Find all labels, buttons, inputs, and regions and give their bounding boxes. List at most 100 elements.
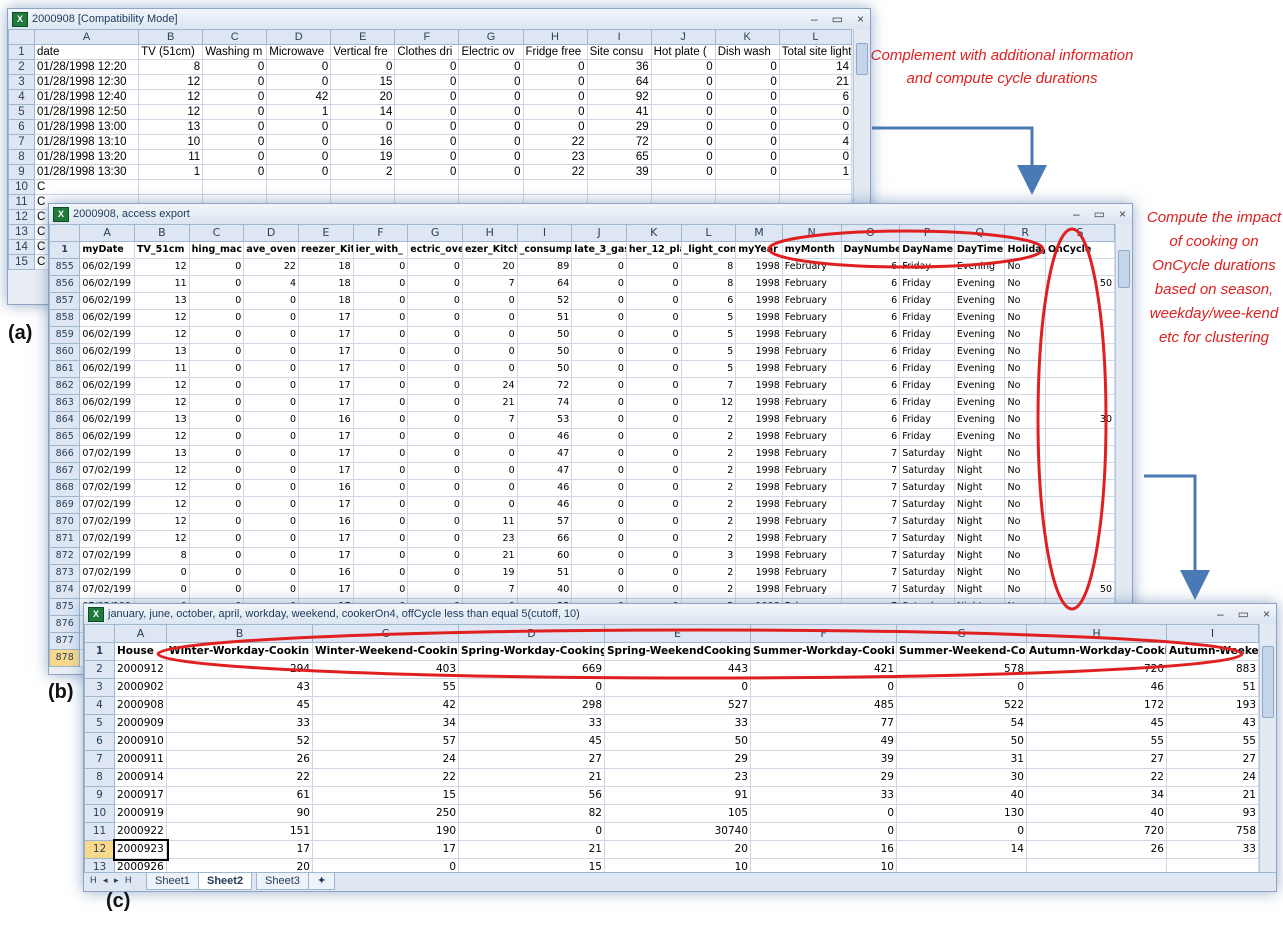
data-cell[interactable]: Friday bbox=[899, 343, 955, 361]
data-cell[interactable]: 1998 bbox=[735, 530, 783, 548]
row-number[interactable]: 12 bbox=[8, 209, 36, 225]
data-cell[interactable]: Saturday bbox=[899, 530, 955, 548]
data-cell[interactable]: 30 bbox=[1044, 411, 1116, 429]
data-cell[interactable]: Night bbox=[953, 496, 1006, 514]
column-letter-I[interactable]: I bbox=[516, 224, 573, 242]
row-number[interactable]: 5 bbox=[84, 714, 115, 733]
data-cell[interactable]: 12 bbox=[134, 496, 190, 514]
column-letter-I[interactable]: I bbox=[586, 29, 652, 45]
data-cell[interactable]: 0 bbox=[461, 343, 518, 361]
data-cell[interactable]: 0 bbox=[243, 428, 299, 446]
data-cell[interactable]: 0 bbox=[407, 564, 463, 582]
data-cell[interactable]: 14 bbox=[778, 59, 853, 75]
data-cell[interactable]: 0 bbox=[458, 59, 524, 75]
data-cell[interactable]: February bbox=[781, 275, 842, 293]
data-cell[interactable] bbox=[1044, 547, 1116, 565]
data-cell[interactable]: 1998 bbox=[735, 513, 783, 531]
data-cell[interactable]: 0 bbox=[461, 462, 518, 480]
data-cell[interactable]: 29 bbox=[750, 768, 897, 787]
column-letter-K[interactable]: K bbox=[714, 29, 780, 45]
data-cell[interactable]: 7 bbox=[680, 377, 737, 395]
data-cell[interactable]: 22 bbox=[522, 164, 588, 180]
data-cell[interactable]: 66 bbox=[516, 530, 573, 548]
data-cell[interactable]: 42 bbox=[312, 696, 459, 715]
data-cell[interactable]: 0 bbox=[352, 496, 409, 514]
data-cell[interactable]: 0 bbox=[188, 547, 245, 565]
data-cell[interactable]: 01/28/1998 13:20 bbox=[34, 149, 140, 165]
data-cell[interactable]: 0 bbox=[330, 119, 396, 135]
row-number[interactable]: 878 bbox=[49, 649, 81, 667]
data-cell[interactable]: 19 bbox=[330, 149, 396, 165]
data-cell[interactable]: 1998 bbox=[735, 445, 783, 463]
data-cell[interactable]: 16 bbox=[750, 840, 897, 859]
data-cell[interactable]: 29 bbox=[604, 750, 751, 769]
data-cell[interactable]: Evening bbox=[953, 411, 1006, 429]
data-cell[interactable]: Electric ov bbox=[458, 44, 524, 60]
data-cell[interactable]: 720 bbox=[1026, 822, 1167, 841]
data-cell[interactable]: 1998 bbox=[735, 343, 783, 361]
data-cell[interactable]: 0 bbox=[352, 309, 409, 327]
data-cell[interactable]: 0 bbox=[625, 411, 682, 429]
data-cell[interactable]: 14 bbox=[896, 840, 1027, 859]
column-letter-A[interactable]: A bbox=[34, 29, 140, 45]
data-cell[interactable]: No bbox=[1004, 343, 1046, 361]
field-header-cell[interactable]: hing_mac bbox=[188, 241, 245, 259]
data-cell[interactable]: February bbox=[781, 411, 842, 429]
data-cell[interactable]: No bbox=[1004, 258, 1046, 276]
data-cell[interactable] bbox=[1044, 462, 1116, 480]
data-cell[interactable]: Evening bbox=[953, 343, 1006, 361]
data-cell[interactable]: 20 bbox=[330, 89, 396, 105]
data-cell[interactable]: 2 bbox=[680, 428, 737, 446]
data-cell[interactable]: 47 bbox=[516, 462, 573, 480]
data-cell[interactable]: 0 bbox=[522, 119, 588, 135]
data-cell[interactable]: Friday bbox=[899, 411, 955, 429]
data-cell[interactable]: No bbox=[1004, 428, 1046, 446]
data-cell[interactable]: 45 bbox=[458, 732, 605, 751]
row-number[interactable]: 7 bbox=[84, 750, 115, 769]
column-letter-E[interactable]: E bbox=[604, 624, 751, 643]
data-cell[interactable]: 0 bbox=[522, 104, 588, 120]
data-cell[interactable]: Night bbox=[953, 564, 1006, 582]
data-cell[interactable]: Night bbox=[953, 530, 1006, 548]
data-cell[interactable]: 18 bbox=[297, 292, 354, 310]
data-cell[interactable]: 06/02/199 bbox=[79, 326, 136, 344]
data-cell[interactable]: 0 bbox=[243, 530, 299, 548]
data-cell[interactable]: 0 bbox=[394, 134, 460, 150]
data-cell[interactable]: 0 bbox=[243, 479, 299, 497]
data-cell[interactable]: 2 bbox=[680, 411, 737, 429]
data-cell[interactable]: Friday bbox=[899, 258, 955, 276]
row-number[interactable]: 864 bbox=[49, 411, 81, 429]
column-letter-F[interactable]: F bbox=[750, 624, 897, 643]
data-cell[interactable]: 7 bbox=[840, 564, 901, 582]
data-cell[interactable]: 12 bbox=[134, 258, 190, 276]
data-cell[interactable]: Night bbox=[953, 547, 1006, 565]
data-cell[interactable]: 0 bbox=[266, 59, 332, 75]
field-header-cell[interactable]: DayNumber bbox=[840, 241, 901, 259]
data-cell[interactable]: 1998 bbox=[735, 326, 783, 344]
data-cell[interactable]: Friday bbox=[899, 326, 955, 344]
data-cell[interactable]: 4 bbox=[778, 134, 853, 150]
data-cell[interactable]: 0 bbox=[571, 326, 627, 344]
sheet-nav-buttons[interactable]: H ◂ ▸ H bbox=[90, 875, 134, 886]
data-cell[interactable]: 0 bbox=[571, 581, 627, 599]
data-cell[interactable]: No bbox=[1004, 309, 1046, 327]
data-cell[interactable]: 54 bbox=[896, 714, 1027, 733]
data-cell[interactable]: 13 bbox=[134, 343, 190, 361]
data-cell[interactable]: February bbox=[781, 530, 842, 548]
data-cell[interactable]: 0 bbox=[571, 564, 627, 582]
data-cell[interactable]: 50 bbox=[516, 360, 573, 378]
data-cell[interactable]: 2000917 bbox=[114, 786, 167, 805]
data-cell[interactable]: 30 bbox=[896, 768, 1027, 787]
data-cell[interactable]: 2 bbox=[680, 479, 737, 497]
data-cell[interactable]: 0 bbox=[571, 530, 627, 548]
data-cell[interactable]: 6 bbox=[840, 428, 901, 446]
data-cell[interactable]: Friday bbox=[899, 309, 955, 327]
maximize-icon[interactable]: ▭ bbox=[832, 9, 843, 29]
data-cell[interactable]: No bbox=[1004, 394, 1046, 412]
data-cell[interactable]: 6 bbox=[840, 309, 901, 327]
data-cell[interactable] bbox=[1044, 530, 1116, 548]
data-cell[interactable]: 29 bbox=[586, 119, 652, 135]
data-cell[interactable]: 1998 bbox=[735, 547, 783, 565]
row-number[interactable]: 3 bbox=[84, 678, 115, 697]
data-cell[interactable]: No bbox=[1004, 513, 1046, 531]
